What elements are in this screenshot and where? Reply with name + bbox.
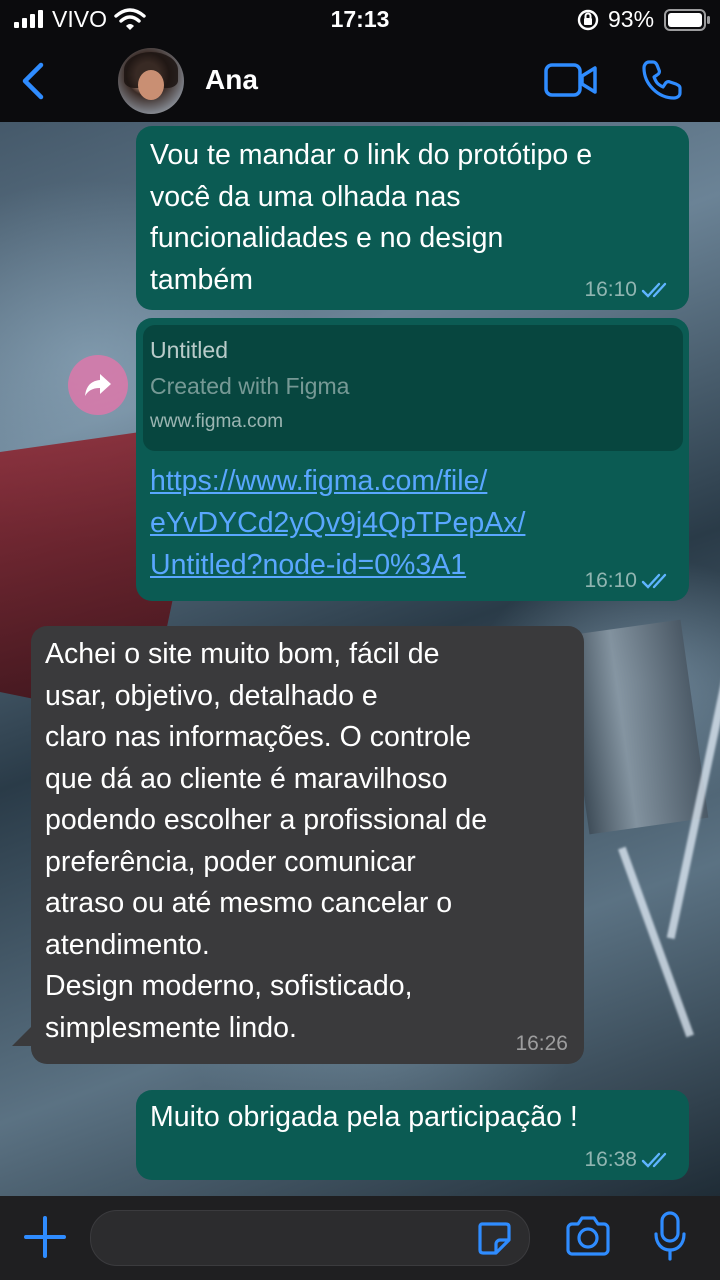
message-link[interactable]: https://www.figma.com/file/ eYvDYCd2yQv9…	[150, 460, 525, 586]
battery-percentage: 93%	[608, 6, 655, 32]
back-button[interactable]	[14, 58, 50, 104]
forward-button[interactable]	[68, 355, 128, 415]
link-preview-card[interactable]: Untitled Created with Figma www.figma.co…	[143, 325, 683, 451]
back-chevron-icon	[22, 62, 44, 100]
message-bubble-outgoing[interactable]: Untitled Created with Figma www.figma.co…	[136, 318, 689, 601]
message-input[interactable]	[90, 1210, 530, 1266]
video-call-button[interactable]	[544, 62, 598, 98]
message-meta: 16:26	[515, 1032, 568, 1056]
chat-area[interactable]: Vou te mandar o link do protótipo e você…	[0, 122, 720, 1196]
message-time: 16:10	[584, 278, 637, 301]
message-bubble-outgoing[interactable]: Muito obrigada pela participação ! 16:38	[136, 1090, 689, 1180]
read-receipt-icon	[641, 573, 667, 589]
status-bar: VIVO 17:13 93%	[0, 0, 720, 40]
message-meta: 16:38	[584, 1148, 673, 1172]
sticker-button[interactable]	[476, 1220, 512, 1256]
chat-header: Ana	[0, 40, 720, 122]
message-time: 16:10	[584, 569, 637, 592]
message-text: Vou te mandar o link do protótipo e você…	[150, 139, 593, 296]
attach-plus-button[interactable]	[22, 1214, 68, 1260]
link-preview-title: Untitled	[150, 337, 228, 363]
microphone-button[interactable]	[652, 1210, 688, 1262]
message-text: Achei o site muito bom, fácil de usar, o…	[45, 638, 488, 1044]
message-time: 16:26	[515, 1032, 568, 1055]
contact-avatar[interactable]	[118, 48, 184, 114]
link-preview-domain: www.figma.com	[150, 411, 284, 432]
message-input-bar	[0, 1196, 720, 1280]
read-receipt-icon	[641, 1152, 667, 1168]
battery-icon	[664, 9, 710, 31]
message-bubble-outgoing[interactable]: Vou te mandar o link do protótipo e você…	[136, 126, 689, 310]
message-meta: 16:10	[584, 278, 673, 302]
forward-icon	[85, 374, 111, 396]
message-text: Muito obrigada pela participação !	[150, 1101, 578, 1133]
message-meta: 16:10	[584, 569, 673, 593]
contact-name[interactable]: Ana	[205, 64, 258, 96]
message-bubble-incoming[interactable]: Achei o site muito bom, fácil de usar, o…	[31, 626, 584, 1064]
voice-call-button[interactable]	[640, 58, 684, 102]
bubble-tail	[12, 1026, 32, 1046]
read-receipt-icon	[641, 282, 667, 298]
orientation-lock-icon	[577, 9, 599, 31]
camera-button[interactable]	[564, 1214, 612, 1258]
message-time: 16:38	[584, 1148, 637, 1171]
link-preview-description: Created with Figma	[150, 373, 350, 399]
